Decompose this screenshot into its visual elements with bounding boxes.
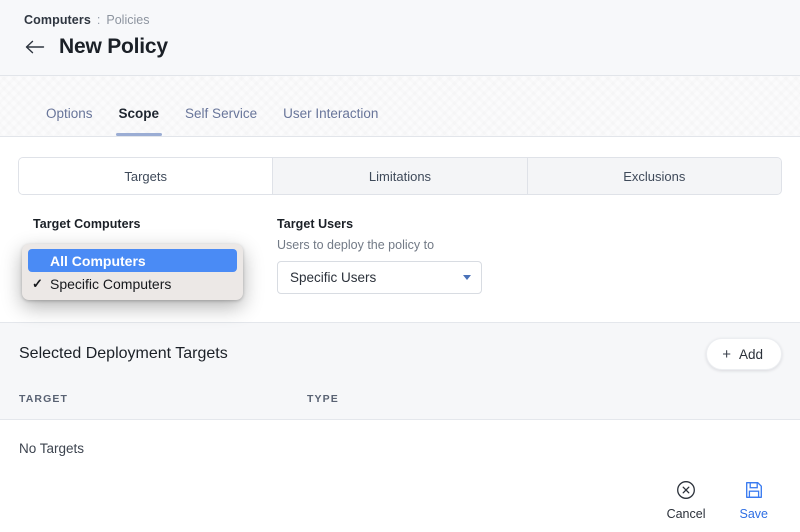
page-title: New Policy [59, 35, 168, 59]
page-header: Computers : Policies New Policy [0, 0, 800, 76]
targets-table-header: TARGET TYPE [19, 385, 782, 405]
tab-options[interactable]: Options [33, 106, 106, 136]
circle-x-icon [676, 480, 696, 503]
chevron-down-icon [463, 275, 471, 280]
add-target-button[interactable]: + Add [706, 338, 782, 370]
deployment-title: Selected Deployment Targets [19, 345, 228, 363]
page-body: Targets Limitations Exclusions Target Co… [0, 157, 800, 532]
breadcrumb-leaf[interactable]: Policies [106, 13, 149, 28]
deployment-header: Selected Deployment Targets + Add [19, 323, 782, 385]
segment-targets[interactable]: Targets [19, 158, 273, 194]
target-users-select[interactable]: Specific Users [277, 261, 482, 294]
dropdown-option-label: All Computers [50, 253, 146, 269]
dropdown-option-all-computers[interactable]: All Computers [28, 249, 237, 272]
target-users-value: Specific Users [290, 270, 376, 285]
column-header-type: TYPE [307, 393, 339, 405]
column-header-target: TARGET [19, 393, 307, 405]
breadcrumb-separator: : [97, 13, 100, 28]
scope-segmented-control: Targets Limitations Exclusions [18, 157, 782, 195]
cancel-label: Cancel [667, 507, 706, 521]
save-label: Save [740, 507, 769, 521]
dropdown-option-specific-computers[interactable]: ✓ Specific Computers [28, 272, 237, 295]
selected-deployment-targets-panel: Selected Deployment Targets + Add TARGET… [0, 322, 800, 420]
tab-bar: Options Scope Self Service User Interact… [0, 76, 800, 137]
targets-table-body: No Targets [0, 420, 800, 476]
title-row: New Policy [24, 35, 800, 59]
dropdown-option-label: Specific Computers [50, 276, 171, 292]
tab-user-interaction[interactable]: User Interaction [270, 106, 391, 136]
segment-exclusions[interactable]: Exclusions [528, 158, 781, 194]
floppy-disk-icon [744, 480, 764, 503]
cancel-button[interactable]: Cancel [667, 480, 706, 521]
breadcrumb-root[interactable]: Computers [24, 13, 91, 28]
target-computers-label: Target Computers [33, 217, 238, 231]
check-icon: ✓ [32, 276, 43, 292]
footer-actions: Cancel Save [0, 476, 800, 532]
arrow-left-icon[interactable] [24, 36, 46, 58]
breadcrumb: Computers : Policies [24, 13, 800, 28]
no-targets-message: No Targets [19, 441, 84, 456]
policy-editor-window: Computers : Policies New Policy Options … [0, 0, 800, 532]
add-button-label: Add [739, 347, 763, 362]
save-button[interactable]: Save [740, 480, 769, 521]
target-users-help: Users to deploy the policy to [277, 238, 482, 253]
target-users-label: Target Users [277, 217, 482, 231]
tab-self-service[interactable]: Self Service [172, 106, 270, 136]
tab-scope[interactable]: Scope [106, 106, 173, 136]
target-computers-dropdown-popup[interactable]: All Computers ✓ Specific Computers [22, 244, 243, 300]
plus-icon: + [722, 347, 731, 362]
target-users-field: Target Users Users to deploy the policy … [277, 217, 482, 294]
segment-limitations[interactable]: Limitations [273, 158, 527, 194]
